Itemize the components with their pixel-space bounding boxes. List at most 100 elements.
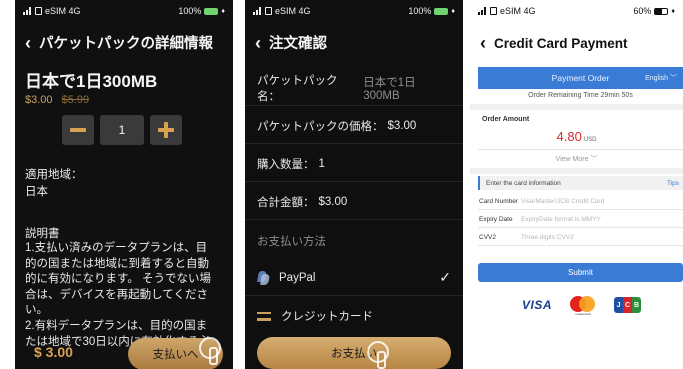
order-amount-value: 4.80 USD <box>470 129 683 144</box>
row-label: 購入数量： <box>257 158 315 171</box>
page-title: 注文確認 <box>269 36 327 52</box>
order-amount-label: Order Amount <box>482 116 530 123</box>
order-confirm-screen: eSIM 4G 100% ♦ ‹ 注文確認 パケットパック名： 日本で1日300… <box>245 0 463 369</box>
payment-option-paypal[interactable]: PayPal ✓ <box>245 260 463 296</box>
row-value: 1 <box>318 157 325 170</box>
payment-method-heading: お支払い方法 <box>257 236 326 248</box>
description-line: 的の国または地域に到着すると自動 <box>25 257 209 270</box>
order-row-package-price: パケットパックの価格： $3.00 <box>245 108 463 144</box>
page-header: ‹ Credit Card Payment <box>470 34 683 52</box>
card-info-title: Enter the card information <box>486 179 561 187</box>
pay-button[interactable]: お支払い <box>257 337 451 369</box>
battery-percent: 100% <box>408 6 432 16</box>
language-label: English <box>645 75 669 82</box>
region-value: 日本 <box>25 186 48 198</box>
credit-card-payment-screen: eSIM 4G 60% ♦ ‹ Credit Card Payment Paym… <box>470 0 683 369</box>
expiry-date-input[interactable]: ExpiryDate format is MMYY <box>521 216 601 223</box>
carrier-label: eSIM 4G <box>500 6 536 16</box>
submit-button[interactable]: Submit <box>478 263 683 282</box>
row-label: 合計金額： <box>257 196 315 209</box>
card-info-header: Enter the card information Tips <box>478 176 683 190</box>
region-label: 適用地域： <box>25 169 83 181</box>
status-bar: eSIM 4G 100% ♦ <box>15 0 233 22</box>
status-bar: eSIM 4G 100% ♦ <box>245 0 463 22</box>
cvv-field[interactable]: CVV2 Three digits CVV2 <box>478 229 683 246</box>
divider <box>478 149 683 150</box>
back-chevron-icon[interactable]: ‹ <box>25 34 31 52</box>
battery-icon <box>654 7 669 15</box>
back-chevron-icon[interactable]: ‹ <box>480 34 486 52</box>
minus-icon <box>70 128 86 132</box>
section-divider <box>470 168 683 174</box>
charging-icon: ♦ <box>221 7 225 15</box>
card-number-input[interactable]: Visa/Master/JCB Credit Card <box>521 198 604 205</box>
jcb-letter: J <box>614 297 624 313</box>
tap-hand-icon <box>367 341 389 369</box>
description-text: 1.支払い済みのデータプランは、目 的の国または地域に到着すると自動 的に有効に… <box>25 241 230 350</box>
battery-icon <box>434 7 449 15</box>
paypal-icon <box>257 271 269 285</box>
row-value: 日本で1日300MB <box>363 76 416 102</box>
package-detail-screen: eSIM 4G 100% ♦ ‹ パケットパックの詳細情報 日本で1日300MB… <box>15 0 233 369</box>
mastercard-logo: mastercard <box>570 296 596 316</box>
battery-percent: 100% <box>178 6 202 16</box>
package-title: 日本で1日300MB <box>25 72 158 91</box>
page-title: Credit Card Payment <box>494 35 628 51</box>
expiry-date-field[interactable]: Expiry Date ExpiryDate format is MMYY <box>478 211 683 228</box>
description-label: 説明書 <box>25 228 60 240</box>
mastercard-circle-orange <box>579 296 596 312</box>
page-header: ‹ パケットパックの詳細情報 <box>15 32 233 53</box>
chevron-down-icon: ﹀ <box>670 75 677 82</box>
payment-order-title: Payment Order <box>551 73 610 83</box>
plus-icon-vertical <box>164 122 168 138</box>
price-row: $3.00 $5.99 <box>25 94 89 106</box>
decrement-button[interactable] <box>62 115 94 145</box>
payment-option-label: PayPal <box>279 271 316 284</box>
description-line: 1.支払い済みのデータプランは、目 <box>25 242 208 254</box>
signal-icon <box>23 7 32 15</box>
amount-number: 4.80 <box>556 129 582 144</box>
proceed-to-pay-label: 支払いへ <box>152 349 199 361</box>
checkmark-icon: ✓ <box>439 269 451 285</box>
payment-option-credit-card[interactable]: クレジットカード <box>245 298 463 334</box>
description-line: 的に有効になります。 そうでない場 <box>25 273 212 286</box>
cvv-input[interactable]: Three digits CVV2 <box>521 234 574 241</box>
quantity-stepper: 1 <box>62 115 182 145</box>
page-title: パケットパックの詳細情報 <box>39 36 213 52</box>
increment-button[interactable] <box>150 115 182 145</box>
payment-order-bar: Payment Order English ﹀ <box>478 67 683 89</box>
sim-icon <box>265 7 272 15</box>
carrier-label: eSIM 4G <box>45 6 81 16</box>
jcb-letter: B <box>632 297 642 313</box>
quantity-value[interactable]: 1 <box>100 115 144 145</box>
battery-icon <box>204 7 219 15</box>
carrier-label: eSIM 4G <box>275 6 311 16</box>
chevron-down-icon: ﹀ <box>590 156 598 163</box>
sim-icon <box>35 7 42 15</box>
row-label: パケットパック名： <box>257 74 338 103</box>
language-selector[interactable]: English ﹀ <box>645 73 677 83</box>
signal-icon <box>478 7 487 15</box>
section-divider <box>470 104 683 110</box>
jcb-logo: J C B <box>614 297 642 313</box>
visa-logo: VISA <box>522 298 553 312</box>
remaining-time: Order Remaining Time 29min 50s <box>528 92 633 99</box>
view-more-label: View More <box>555 156 589 163</box>
order-row-total: 合計金額： $3.00 <box>245 184 463 220</box>
description-line: 2.有料データプランは、目的の国ま <box>25 319 208 332</box>
submit-label: Submit <box>568 268 593 277</box>
mastercard-wordmark: mastercard <box>575 312 591 316</box>
field-label: Expiry Date <box>479 215 513 223</box>
tips-link[interactable]: Tips <box>667 180 679 187</box>
order-row-package-name: パケットパック名： 日本で1日300MB <box>245 70 463 106</box>
back-chevron-icon[interactable]: ‹ <box>255 34 261 52</box>
signal-icon <box>253 7 262 15</box>
original-price: $5.99 <box>61 94 90 106</box>
view-more-toggle[interactable]: View More ﹀ <box>470 154 683 164</box>
description-line: い。 <box>25 304 48 317</box>
field-label: Card Number <box>479 197 519 205</box>
field-label: CVV2 <box>479 233 496 241</box>
card-number-field[interactable]: Card Number Visa/Master/JCB Credit Card <box>478 193 683 210</box>
row-label: パケットパックの価格： <box>257 120 384 133</box>
current-price: $3.00 <box>25 94 53 106</box>
